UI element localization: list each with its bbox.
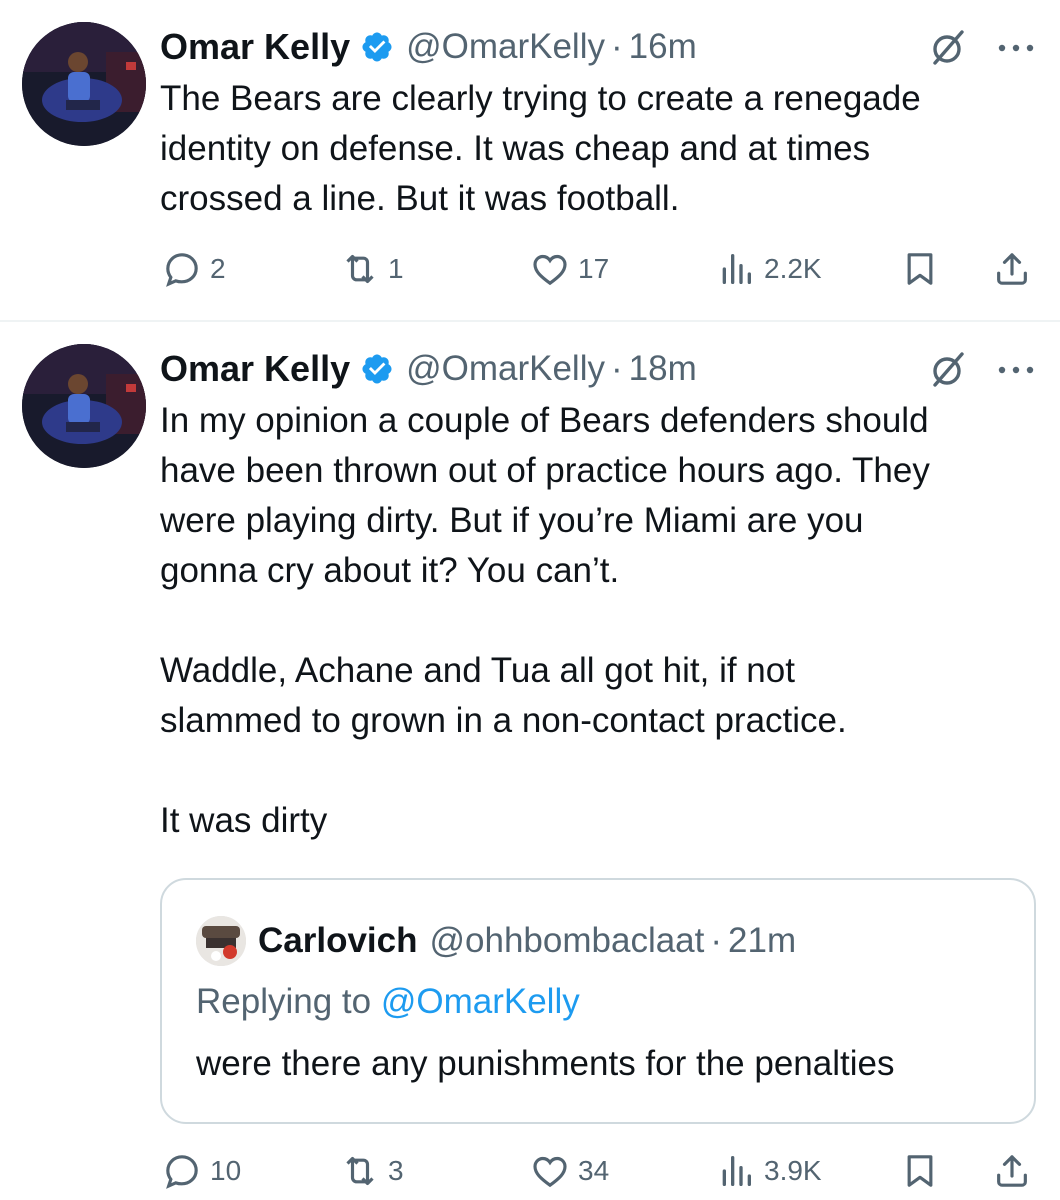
quoted-author-handle: @ohhbombaclaat: [429, 921, 705, 960]
repost-icon: [346, 1156, 374, 1186]
tweet-text: The Bears are clearly trying to create a…: [160, 79, 921, 218]
author-handle[interactable]: @OmarKelly: [406, 349, 605, 389]
reply-icon: [166, 253, 198, 287]
tweet-header: Omar Kelly @OmarKelly · 18m: [160, 346, 697, 392]
share-button[interactable]: [992, 244, 1032, 294]
quoted-tweet-text: were there any punishments for the penal…: [196, 1044, 895, 1083]
like-icon: [533, 254, 567, 286]
share-icon: [997, 253, 1027, 285]
like-button[interactable]: 34: [530, 1146, 609, 1196]
tweet-text: In my opinion a couple of Bears defender…: [160, 401, 930, 840]
bookmark-button[interactable]: [900, 244, 940, 294]
views-count: 3.9K: [764, 1155, 822, 1186]
like-button[interactable]: 17: [530, 244, 609, 294]
reply-button[interactable]: 2: [162, 244, 226, 294]
reply-count: 10: [210, 1155, 242, 1186]
separator: ·: [710, 921, 723, 960]
grok-icon[interactable]: [926, 348, 970, 392]
like-icon: [533, 1156, 567, 1188]
verified-badge-icon: [362, 32, 392, 62]
repost-count: 1: [388, 253, 404, 284]
grok-icon[interactable]: [926, 26, 970, 70]
bookmark-icon: [907, 1155, 933, 1187]
views-button[interactable]: 2.2K: [716, 244, 822, 294]
separator: ·: [611, 27, 623, 66]
separator: ·: [611, 349, 623, 388]
quoted-avatar[interactable]: [196, 916, 246, 966]
author-name[interactable]: Omar Kelly: [160, 348, 350, 390]
repost-button[interactable]: 3: [340, 1146, 404, 1196]
tweet-actions: 10 3 34 3.9K: [160, 1146, 1040, 1196]
author-name[interactable]: Omar Kelly: [160, 26, 350, 68]
share-button[interactable]: [992, 1146, 1032, 1196]
repost-icon: [346, 254, 374, 284]
share-icon: [997, 1155, 1027, 1187]
avatar[interactable]: [22, 344, 146, 468]
like-count: 34: [578, 1155, 610, 1186]
replying-to: Replying to @OmarKelly: [196, 982, 580, 1022]
bookmark-button[interactable]: [900, 1146, 940, 1196]
views-icon: [722, 254, 751, 284]
verified-badge-icon: [362, 354, 392, 384]
quoted-author-name: Carlovich: [258, 921, 418, 960]
views-icon: [722, 1156, 751, 1186]
replying-to-label: Replying to: [196, 982, 381, 1021]
repost-button[interactable]: 1: [340, 244, 404, 294]
tweet[interactable]: Omar Kelly @OmarKelly · 18m In my opinio…: [0, 322, 1060, 1200]
like-count: 17: [578, 253, 610, 284]
replying-to-mention[interactable]: @OmarKelly: [381, 982, 580, 1021]
reply-button[interactable]: 10: [162, 1146, 241, 1196]
tweet-header: Omar Kelly @OmarKelly · 16m: [160, 24, 697, 70]
more-icon[interactable]: [994, 36, 1038, 60]
quoted-tweet-header: Carlovich @ohhbombaclaat · 21m: [196, 916, 796, 966]
repost-count: 3: [388, 1155, 404, 1186]
reply-count: 2: [210, 253, 226, 284]
reply-icon: [166, 1155, 198, 1189]
avatar[interactable]: [22, 22, 146, 146]
author-handle[interactable]: @OmarKelly: [406, 27, 605, 67]
bookmark-icon: [907, 253, 933, 285]
views-button[interactable]: 3.9K: [716, 1146, 822, 1196]
tweet-actions: 2 1 17 2.2K: [160, 244, 1040, 294]
views-count: 2.2K: [764, 253, 822, 284]
quoted-tweet[interactable]: Carlovich @ohhbombaclaat · 21m Replying …: [160, 878, 1036, 1124]
tweet[interactable]: Omar Kelly @OmarKelly · 16m The Bears ar…: [0, 0, 1060, 320]
timestamp[interactable]: 16m: [629, 27, 697, 67]
timestamp[interactable]: 18m: [629, 349, 697, 389]
more-icon[interactable]: [994, 358, 1038, 382]
quoted-timestamp: 21m: [728, 921, 797, 960]
